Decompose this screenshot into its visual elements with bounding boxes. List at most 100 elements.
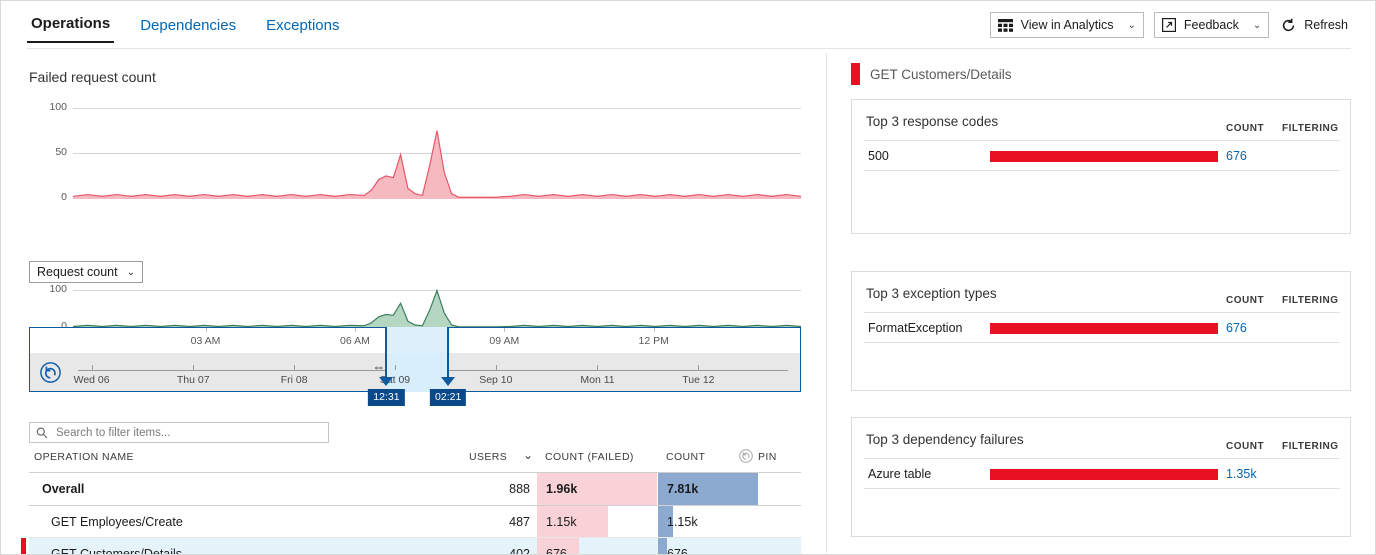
time-axis[interactable]: 03 AM 06 AM 09 AM 12 PM [29, 327, 801, 353]
th-pin[interactable]: PIN [758, 451, 777, 463]
row-operation-name: Overall [42, 482, 84, 496]
card-separator [864, 458, 1340, 459]
time-axis-label: 06 AM [340, 335, 370, 347]
chevron-down-icon[interactable]: ⌄ [1253, 20, 1261, 31]
external-link-icon [1162, 18, 1176, 32]
y-tick-0: 0 [29, 191, 67, 203]
scrubber-tick [193, 365, 194, 370]
selected-operation-name: GET Customers/Details [870, 67, 1012, 82]
card-separator [864, 170, 1340, 171]
refresh-button[interactable]: Refresh [1279, 12, 1355, 38]
scrubber-tick [294, 365, 295, 370]
feedback-button[interactable]: Feedback ⌄ [1154, 12, 1269, 38]
row-users-value: 402 [470, 547, 530, 555]
row-count-failed-cell: 1.15k [537, 506, 657, 537]
row-count-failed-value: 1.96k [546, 482, 577, 496]
pane-divider [826, 53, 827, 553]
card-row-bar [990, 323, 1218, 334]
table-row[interactable]: Overall 888 1.96k 7.81k [29, 473, 801, 506]
scrubber-label: Fri 08 [281, 374, 308, 386]
th-count-failed[interactable]: COUNT (FAILED) [545, 451, 634, 463]
scrubber-label: Mon 11 [580, 374, 614, 386]
scrubber-label: Thu 07 [177, 374, 210, 386]
chevron-down-icon[interactable]: ⌄ [127, 267, 135, 278]
scrubber-tick [395, 365, 396, 370]
search-input[interactable] [54, 426, 304, 440]
row-count-failed-cell: 1.96k [537, 473, 657, 505]
row-operation-name: GET Employees/Create [51, 515, 183, 529]
card-row-count[interactable]: 676 [1226, 321, 1247, 335]
chevron-down-icon[interactable]: ⌄ [1128, 20, 1136, 31]
card-row-count[interactable]: 676 [1226, 149, 1247, 163]
scrubber-tick [698, 365, 699, 370]
pin-icon[interactable] [739, 449, 753, 466]
card-filtering-header: FILTERING [1282, 441, 1339, 452]
scrubber-label: Sep 10 [479, 374, 512, 386]
card-title: Top 3 response codes [866, 114, 998, 129]
table-row[interactable]: GET Customers/Details402676676 [29, 538, 801, 555]
metric-selector-label: Request count [37, 265, 118, 279]
row-selection-marker [21, 538, 26, 555]
scrubber-label: Tue 12 [682, 374, 714, 386]
row-operation-name: GET Customers/Details [51, 547, 182, 555]
tab-dependencies[interactable]: Dependencies [136, 17, 240, 43]
card-count-header: COUNT [1226, 295, 1264, 306]
sort-chevron-icon[interactable]: ⌄ [523, 448, 533, 462]
scrubber-tick [597, 365, 598, 370]
right-pane: GET Customers/Details Top 3 response cod… [851, 49, 1371, 555]
row-count-value: 1.15k [667, 515, 698, 529]
row-count-value: 7.81k [667, 482, 698, 496]
y-tick-50: 50 [29, 146, 67, 158]
th-users[interactable]: USERS [469, 451, 507, 463]
card-row-label: 500 [868, 149, 889, 163]
card-separator [864, 488, 1340, 489]
card-row-bar [990, 151, 1218, 162]
card-title: Top 3 dependency failures [866, 432, 1024, 447]
y-tick-100: 100 [29, 283, 67, 295]
search-icon [36, 427, 48, 439]
y-tick-100: 100 [29, 101, 67, 113]
tab-operations[interactable]: Operations [27, 15, 114, 43]
card-separator [864, 342, 1340, 343]
time-axis-label: 12 PM [639, 335, 669, 347]
filter-search-box[interactable] [29, 422, 329, 443]
row-users-value: 888 [470, 482, 530, 496]
card-row-label: FormatException [868, 321, 962, 335]
time-range-scrubber[interactable]: Wed 06Thu 07Fri 08Sat 09Sep 10Mon 11Tue … [29, 353, 801, 392]
card-title: Top 3 exception types [866, 286, 997, 301]
card-count-header: COUNT [1226, 441, 1264, 452]
time-axis-label: 09 AM [489, 335, 519, 347]
reset-time-range-icon[interactable] [40, 362, 61, 388]
time-axis-label: 03 AM [191, 335, 221, 347]
scrubber-selection[interactable] [387, 353, 449, 392]
card-filtering-header: FILTERING [1282, 295, 1339, 306]
operations-table: OPERATION NAME USERS ⌄ COUNT (FAILED) CO… [29, 449, 801, 555]
table-row[interactable]: GET Employees/Create4871.15k1.15k [29, 506, 801, 538]
th-operation-name[interactable]: OPERATION NAME [34, 451, 134, 463]
failed-request-chart[interactable]: 100 50 0 [29, 97, 801, 209]
row-count-failed-value: 1.15k [546, 515, 577, 529]
th-count[interactable]: COUNT [666, 451, 705, 463]
metric-selector[interactable]: Request count ⌄ [29, 261, 143, 283]
left-pane: Failed request count 100 50 0 Request co… [1, 49, 826, 555]
scrubber-tick [92, 365, 93, 370]
failed-request-chart-title: Failed request count [29, 69, 156, 85]
tab-exceptions[interactable]: Exceptions [262, 17, 343, 43]
time-axis-tick [654, 328, 655, 332]
toolbar: View in Analytics ⌄ Feedback ⌄ [990, 12, 1355, 38]
view-in-analytics-button[interactable]: View in Analytics ⌄ [990, 12, 1144, 38]
card-count-header: COUNT [1226, 123, 1264, 134]
time-axis-tick [206, 328, 207, 332]
detail-card: Top 3 response codesCOUNTFILTERING500676 [851, 99, 1351, 234]
row-count-value: 676 [667, 547, 688, 555]
card-row-count[interactable]: 1.35k [1226, 467, 1257, 481]
card-row-label: Azure table [868, 467, 931, 481]
row-count-cell: 676 [658, 538, 758, 555]
view-in-analytics-label: View in Analytics [1021, 18, 1114, 32]
top-bar: Operations Dependencies Exceptions [1, 1, 1376, 49]
grid-icon [998, 19, 1013, 32]
card-separator [864, 140, 1340, 141]
selected-operation-header: GET Customers/Details [851, 63, 1012, 85]
scrubber-label: Wed 06 [74, 374, 110, 386]
row-count-cell: 1.15k [658, 506, 758, 537]
